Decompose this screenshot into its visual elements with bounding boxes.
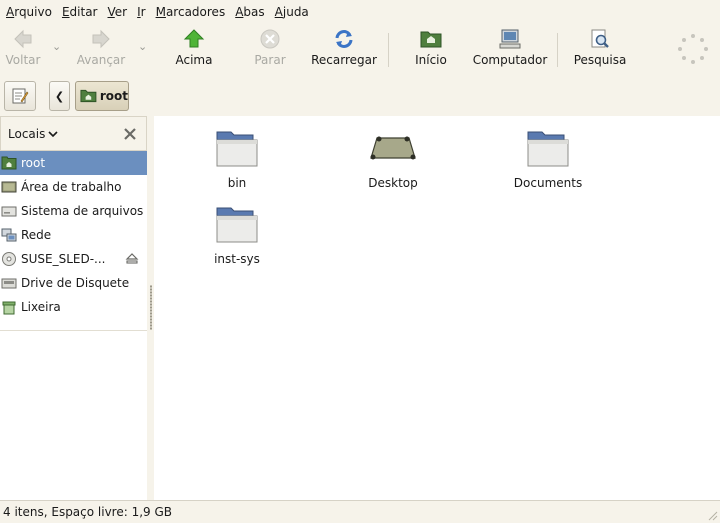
home-folder-icon xyxy=(419,25,443,53)
menu-marcadores[interactable]: Marcadores xyxy=(151,0,231,24)
file-item-inst-sys[interactable]: inst-sys xyxy=(182,202,292,266)
toolbar: Voltar ⌄ Avançar ⌄ Acima Parar Recarrega… xyxy=(0,25,720,75)
eject-icon[interactable] xyxy=(125,252,139,265)
menu-abas[interactable]: Abas xyxy=(230,0,269,24)
side-pane-header: Locais xyxy=(0,116,147,151)
search-icon xyxy=(589,25,611,53)
side-pane: Locais root Área de trabalho Sistema de … xyxy=(0,116,147,500)
breadcrumb-scroll-left-button[interactable]: ❮ xyxy=(49,81,70,111)
status-text: 4 itens, Espaço livre: 1,9 GB xyxy=(3,505,173,519)
places-list-end xyxy=(0,319,147,331)
forward-button[interactable]: Avançar xyxy=(74,25,128,75)
folder-icon xyxy=(216,207,258,243)
up-arrow-icon xyxy=(183,25,205,53)
resize-grip-icon[interactable] xyxy=(706,509,718,521)
computer-button[interactable]: Computador xyxy=(472,25,548,75)
back-arrow-icon xyxy=(12,25,34,53)
sidebar-item-cdrom[interactable]: SUSE_SLED-... xyxy=(0,247,147,271)
drive-icon xyxy=(1,206,17,217)
places-list: root Área de trabalho Sistema de arquivo… xyxy=(0,151,147,319)
close-icon[interactable] xyxy=(122,126,138,142)
toolbar-separator xyxy=(557,33,558,67)
menu-arquivo[interactable]: Arquivo xyxy=(1,0,57,24)
trash-icon xyxy=(2,301,16,315)
file-item-bin[interactable]: bin xyxy=(182,126,292,190)
forward-arrow-icon xyxy=(90,25,112,53)
folder-icon xyxy=(527,131,569,167)
reload-icon xyxy=(333,25,355,53)
activity-spinner-icon xyxy=(678,34,708,64)
menu-ver[interactable]: Ver xyxy=(103,0,133,24)
home-button[interactable]: Início xyxy=(410,25,452,75)
pane-resize-grip[interactable] xyxy=(150,285,152,330)
sidebar-item-filesystem[interactable]: Sistema de arquivos xyxy=(0,199,147,223)
desktop-folder-icon xyxy=(370,136,416,160)
home-folder-icon xyxy=(1,156,17,170)
home-folder-icon xyxy=(80,89,97,103)
sidebar-item-network[interactable]: Rede xyxy=(0,223,147,247)
status-bar: 4 itens, Espaço livre: 1,9 GB xyxy=(0,500,720,523)
up-button[interactable]: Acima xyxy=(172,25,216,75)
file-item-desktop[interactable]: Desktop xyxy=(338,126,448,190)
search-button[interactable]: Pesquisa xyxy=(570,25,630,75)
folder-icon xyxy=(216,131,258,167)
sidebar-item-trash[interactable]: Lixeira xyxy=(0,295,147,319)
toolbar-separator xyxy=(388,33,389,67)
sidebar-item-floppy[interactable]: Drive de Disquete xyxy=(0,271,147,295)
menubar: Arquivo Editar Ver Ir Marcadores Abas Aj… xyxy=(0,0,720,24)
chevron-left-icon: ❮ xyxy=(54,89,65,103)
menu-ajuda[interactable]: Ajuda xyxy=(270,0,314,24)
back-button[interactable]: Voltar xyxy=(2,25,44,75)
location-bar: ❮ root xyxy=(0,78,720,114)
forward-history-chevron-icon[interactable]: ⌄ xyxy=(138,40,147,53)
stop-icon xyxy=(259,25,281,53)
reload-button[interactable]: Recarregar xyxy=(310,25,378,75)
computer-icon xyxy=(498,25,522,53)
file-item-documents[interactable]: Documents xyxy=(493,126,603,190)
menu-editar[interactable]: Editar xyxy=(57,0,103,24)
toggle-location-entry-button[interactable] xyxy=(4,81,36,111)
file-icon-view: bin Desktop Documents inst-sys xyxy=(154,116,720,500)
edit-location-icon xyxy=(12,88,29,104)
sidebar-item-root[interactable]: root xyxy=(0,151,147,175)
back-history-chevron-icon[interactable]: ⌄ xyxy=(52,40,61,53)
floppy-icon xyxy=(1,278,17,289)
breadcrumb-root[interactable]: root xyxy=(75,81,129,111)
chevron-down-icon xyxy=(48,130,58,137)
sidebar-item-desktop[interactable]: Área de trabalho xyxy=(0,175,147,199)
side-pane-selector[interactable]: Locais xyxy=(8,127,58,141)
cdrom-icon xyxy=(2,252,16,266)
network-icon xyxy=(1,228,17,242)
desktop-icon xyxy=(1,181,17,193)
stop-button[interactable]: Parar xyxy=(248,25,292,75)
menu-ir[interactable]: Ir xyxy=(132,0,150,24)
